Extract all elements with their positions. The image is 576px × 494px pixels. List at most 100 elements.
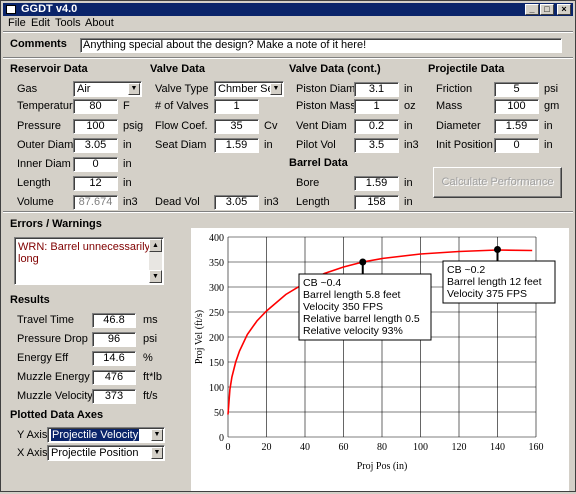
x-tick-label: 20 [262,442,272,453]
scroll-up-icon[interactable]: ▲ [149,239,162,252]
travel-time-unit: ms [143,314,158,326]
temperature-unit: F [123,100,130,112]
flow-coef-input[interactable]: 35 [214,119,259,134]
y-tick-label: 0 [219,433,224,444]
reservoir-header: Reservoir Data [10,63,88,75]
maximize-button[interactable]: □ [540,4,554,15]
init-position-label: Init Position [436,139,493,151]
x-tick-label: 100 [413,442,428,453]
menu-file[interactable]: File [8,17,26,30]
menu-edit[interactable]: Edit [31,17,50,30]
piston-mass-label: Piston Mass [296,100,356,112]
scrollbar[interactable]: ▲ ▼ [149,239,162,283]
diameter-input[interactable]: 1.59 [494,119,539,134]
y-tick-label: 350 [209,258,224,269]
annotation-text: Relative barrel length 0.5 [303,313,420,325]
inner-diam-unit: in [123,158,132,170]
plot-axes-header: Plotted Data Axes [10,409,104,421]
y-axis-title: Proj Vel (ft/s) [194,310,205,364]
piston-diam-input[interactable]: 3.1 [354,82,399,97]
init-position-input[interactable]: 0 [494,138,539,153]
x-tick-label: 60 [339,442,349,453]
inner-diam-input[interactable]: 0 [73,157,118,172]
valve-header: Valve Data [150,63,206,75]
x-axis-select[interactable]: Projectile Position ▼ [47,445,165,461]
num-valves-input[interactable]: 1 [214,99,259,114]
mass-label: Mass [436,100,463,112]
muzzle-energy-unit: ft*lb [143,371,162,383]
y-axis-select[interactable]: Projectile Velocity ▼ [47,427,165,443]
scroll-down-icon[interactable]: ▼ [149,270,162,283]
chevron-down-icon: ▼ [270,83,282,95]
flow-coef-label: Flow Coef. [155,120,208,132]
annotation-text: Relative velocity 93% [303,325,403,337]
mass-input[interactable]: 100 [494,99,539,114]
pressure-label: Pressure [17,120,62,132]
energy-eff-label: Energy Eff [17,352,69,364]
num-valves-label: # of Valves [155,100,209,112]
annotation-text: Velocity 350 FPS [303,301,383,313]
menu-about[interactable]: About [85,17,114,30]
inner-diam-label: Inner Diam [17,158,71,170]
window-title: GGDT v4.0 [21,3,78,15]
piston-mass-input[interactable]: 1 [354,99,399,114]
valve-type-select[interactable]: Chmber Seal ▼ [214,81,284,97]
errors-header: Errors / Warnings [10,218,102,230]
bore-unit: in [404,177,413,189]
minimize-button[interactable]: _ [525,4,539,15]
y-tick-label: 200 [209,333,224,344]
muzzle-energy-field: 476 [92,370,136,385]
flow-coef-unit: Cv [264,120,278,132]
y-tick-label: 250 [209,308,224,319]
temperature-input[interactable]: 80 [73,99,118,114]
gas-select[interactable]: Air ▼ [73,81,142,97]
pilot-vol-input[interactable]: 3.5 [354,138,399,153]
dead-vol-unit: in3 [264,196,279,208]
pressure-input[interactable]: 100 [73,119,118,134]
velocity-chart: 0 20 40 60 80 100 120 140 160 0 50 100 150 200 250 300 3… [194,233,556,472]
calculate-performance-button[interactable]: Calculate Performance [433,167,562,198]
energy-eff-unit: % [143,352,153,364]
outer-diam-input[interactable]: 3.05 [73,138,118,153]
dead-vol-label: Dead Vol [155,196,200,208]
divider [3,31,573,33]
friction-input[interactable]: 5 [494,82,539,97]
app-icon [6,5,16,14]
annotation-text: Barrel length 5.8 feet [303,289,401,301]
dead-vol-input[interactable]: 3.05 [214,195,259,210]
menu-tools[interactable]: Tools [55,17,81,30]
x-axis-value: Projectile Position [51,447,139,459]
muzzle-velocity-unit: ft/s [143,390,158,402]
x-tick-label: 0 [226,442,231,453]
chevron-down-icon: ▼ [151,429,163,441]
bore-input[interactable]: 1.59 [354,176,399,191]
y-tick-label: 50 [214,408,224,419]
menu-bar: File Edit Tools About [3,17,573,30]
travel-time-field: 46.8 [92,313,136,328]
pressure-unit: psig [123,120,144,132]
vent-diam-label: Vent Diam [296,120,347,132]
calculate-performance-label: Calculate Performance [441,176,554,188]
outer-diam-label: Outer Diam [17,139,74,151]
pressure-drop-label: Pressure Drop [17,333,88,345]
length-label: Length [17,177,51,189]
chevron-down-icon: ▼ [128,83,140,95]
seat-diam-input[interactable]: 1.59 [214,138,259,153]
volume-unit: in3 [123,196,138,208]
vent-diam-input[interactable]: 0.2 [354,119,399,134]
outer-diam-unit: in [123,139,132,151]
chevron-down-icon: ▼ [151,447,163,459]
title-bar: GGDT v4.0 _ □ × [3,3,573,16]
length-input[interactable]: 12 [73,176,118,191]
comments-input[interactable]: Anything special about the design? Make … [80,38,562,53]
pilot-vol-label: Pilot Vol [296,139,336,151]
errors-list[interactable]: WRN: Barrel unnecessarily long ▲ ▼ [14,237,164,285]
length-unit: in [123,177,132,189]
barrel-length-input[interactable]: 158 [354,195,399,210]
close-button[interactable]: × [557,4,571,15]
seat-diam-unit: in [264,139,273,151]
pilot-vol-unit: in3 [404,139,419,151]
divider [3,57,573,59]
muzzle-velocity-label: Muzzle Velocity [17,390,93,402]
muzzle-velocity-field: 373 [92,389,136,404]
